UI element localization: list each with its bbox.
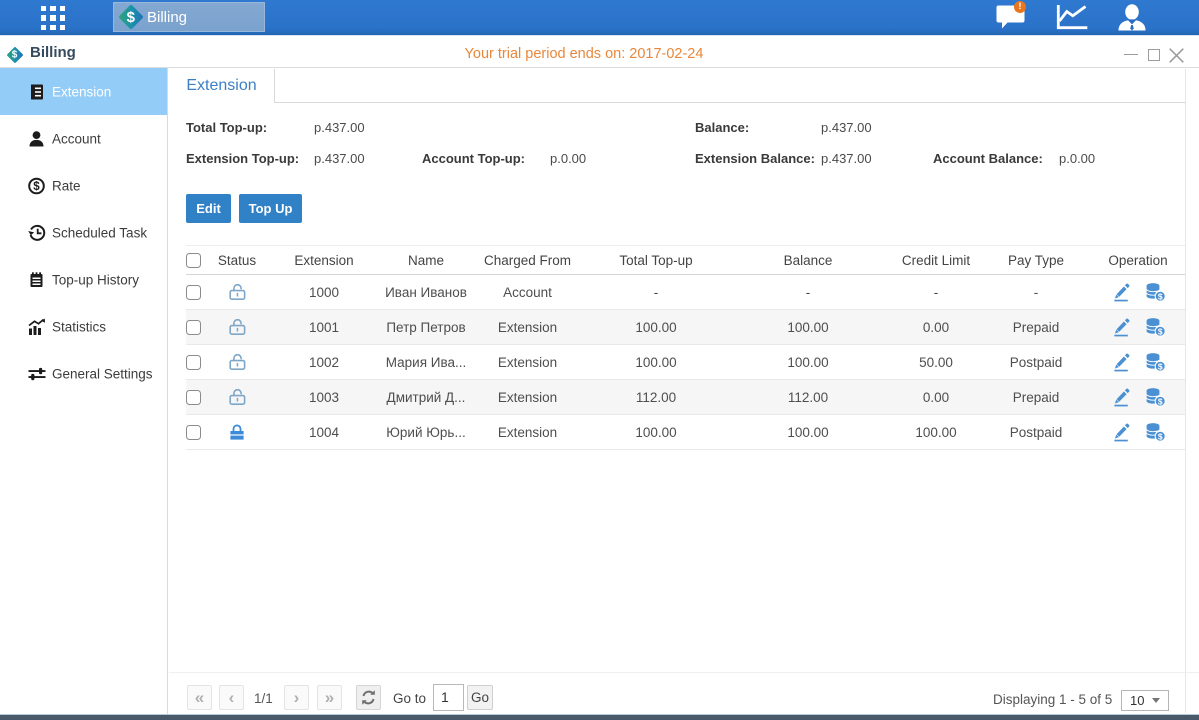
svg-text:$: $	[1157, 326, 1162, 336]
svg-text:$: $	[1157, 431, 1162, 441]
svg-text:$: $	[1157, 291, 1162, 301]
svg-text:$: $	[1157, 361, 1162, 371]
svg-text:$: $	[1157, 396, 1162, 406]
svg-text:$: $	[33, 181, 40, 193]
